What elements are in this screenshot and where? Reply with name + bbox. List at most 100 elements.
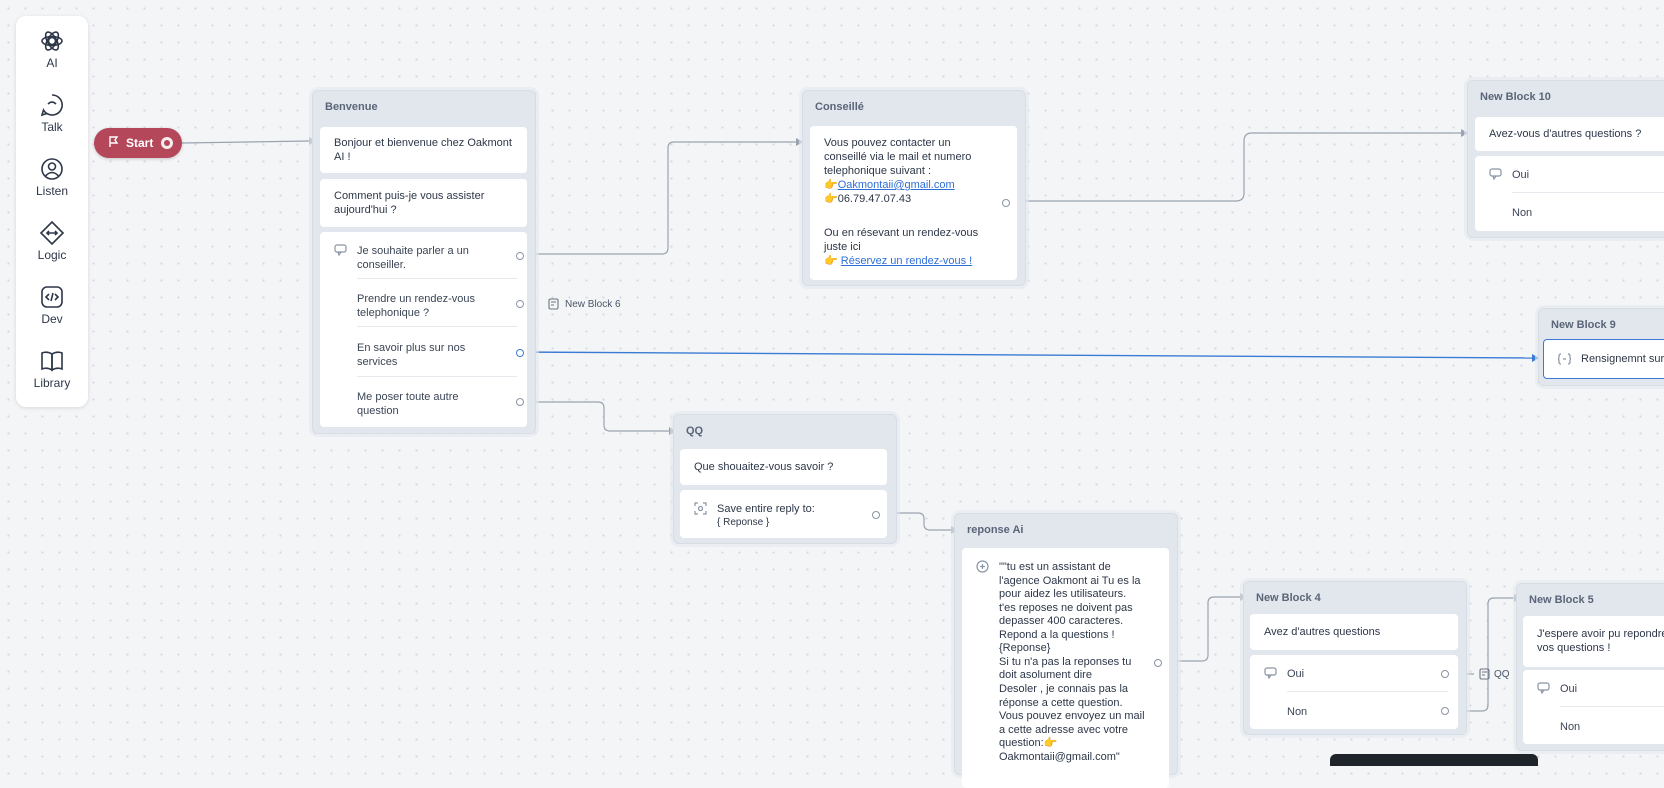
message-card[interactable]: Vous pouvez contacter un conseillé via l…: [810, 126, 1017, 280]
choice-item[interactable]: Me poser toute autre question: [320, 378, 527, 426]
choice-port[interactable]: [516, 252, 524, 260]
choice-card[interactable]: Je souhaite parler a un conseiller. Pren…: [320, 232, 527, 427]
choice-port[interactable]: [1441, 670, 1449, 678]
choice-item[interactable]: Non: [1250, 693, 1458, 729]
message-card[interactable]: Bonjour et bienvenue chez Oakmont AI !: [320, 127, 527, 173]
block-new-block-4[interactable]: New Block 4 Avez d'autres questions Oui …: [1243, 581, 1467, 735]
ai-chat-icon: [976, 560, 989, 573]
choice-port[interactable]: [1441, 707, 1449, 715]
ref-tag-new-block-6[interactable]: New Block 6: [565, 299, 621, 310]
ref-tag-qq[interactable]: QQ: [1494, 669, 1510, 680]
toolbar-item-label: Library: [33, 376, 71, 390]
prompt-text: question:👉: [999, 737, 1058, 749]
ai-response-port[interactable]: [1154, 659, 1162, 667]
prompt-text: pour aidez les utilisateurs.: [999, 588, 1127, 600]
choice-item[interactable]: Oui: [1523, 670, 1664, 707]
email-link[interactable]: Oakmontaii@gmail.com: [838, 179, 955, 191]
capture-port[interactable]: [872, 511, 880, 519]
block-new-block-5[interactable]: New Block 5 J'espere avoir pu repondre v…: [1516, 583, 1664, 751]
prompt-text: Si tu n'a pas la reponses tu: [999, 656, 1132, 668]
capture-text: Save entire reply to:: [717, 503, 815, 515]
set-variable-card[interactable]: Rensignemnt sur: [1543, 339, 1664, 379]
prompt-text: depasser 400 caracteres.: [999, 615, 1124, 627]
message-text: Avez-vous d'autres questions ?: [1489, 128, 1642, 140]
start-node[interactable]: Start: [94, 128, 182, 158]
choice-card[interactable]: Oui Non: [1475, 156, 1664, 231]
divider: [357, 376, 517, 377]
block-title: New Block 10: [1480, 91, 1551, 103]
choice-text: Non: [1512, 207, 1533, 219]
message-text: J'espere avoir pu repondre: [1537, 628, 1664, 640]
message-text: aujourd'hui ?: [334, 204, 397, 216]
block-qq[interactable]: QQ Que shouaitez-vous savoir ? Save enti…: [673, 414, 897, 544]
message-port[interactable]: [1002, 199, 1010, 207]
wire-conseille-block10: [1003, 132, 1461, 202]
divider: [357, 278, 517, 279]
choice-port[interactable]: [516, 349, 524, 357]
block-conseille[interactable]: Conseillé Vous pouvez contacter un conse…: [802, 90, 1026, 286]
choice-item[interactable]: En savoir plus sur nos services: [320, 329, 527, 377]
choice-item[interactable]: Non: [1523, 708, 1664, 744]
message-text: Vous pouvez contacter un: [824, 137, 951, 149]
booking-link[interactable]: Réservez un rendez-vous !: [841, 255, 972, 267]
toolbar-item-logic[interactable]: Logic: [16, 220, 88, 276]
diamond-arrows-icon: [39, 220, 65, 246]
choice-item[interactable]: Oui: [1250, 655, 1458, 692]
variable-icon: [1558, 353, 1571, 365]
wire-choice3-block9: [511, 351, 1533, 359]
toolbar-item-talk[interactable]: Talk: [16, 92, 88, 148]
divider: [1560, 706, 1664, 707]
choice-item[interactable]: Oui: [1475, 156, 1664, 193]
choice-text: Non: [1287, 706, 1308, 718]
toolbar-item-listen[interactable]: Listen: [16, 156, 88, 212]
message-card[interactable]: Avez d'autres questions: [1250, 614, 1458, 650]
block-new-block-9[interactable]: New Block 9 Rensignemnt sur: [1538, 308, 1664, 386]
choice-port[interactable]: [516, 300, 524, 308]
block-reponse-ai[interactable]: reponse Ai ""tu est un assistant de l'ag…: [954, 513, 1178, 788]
openai-icon: [41, 31, 63, 51]
book-icon: [41, 351, 63, 372]
choice-port[interactable]: [516, 398, 524, 406]
block-title: New Block 4: [1256, 592, 1321, 604]
prompt-text: l'agence Oakmont ai Tu es la: [999, 575, 1141, 587]
prompt-text: doit asolument dire: [999, 669, 1092, 681]
message-card[interactable]: Que shouaitez-vous savoir ?: [680, 449, 887, 485]
phone-text: 👉06.79.47.07.43: [824, 193, 912, 205]
choice-text: question: [357, 405, 399, 417]
capture-card[interactable]: Save entire reply to: { Reponse }: [680, 490, 887, 538]
choice-item[interactable]: Je souhaite parler a un conseiller.: [320, 232, 527, 279]
message-card[interactable]: Comment puis-je vous assister aujourd'hu…: [320, 179, 527, 227]
prompt-text: t'es reposes ne doivent pas: [999, 602, 1133, 614]
choice-text: Je souhaite parler a un: [357, 245, 469, 257]
message-text: Que shouaitez-vous savoir ?: [694, 461, 834, 473]
message-text: AI !: [334, 151, 351, 163]
choice-card[interactable]: Oui Non: [1250, 655, 1458, 729]
prompt-text: Vous pouvez envoyez un mail: [999, 710, 1145, 722]
choice-text: Oui: [1512, 169, 1530, 181]
message-card[interactable]: J'espere avoir pu repondre vos questions…: [1523, 616, 1664, 667]
toolbar-item-dev[interactable]: Dev: [16, 284, 88, 340]
prompt-text: ""tu est un assistant de: [999, 561, 1111, 573]
capture-icon: [694, 502, 707, 515]
divider: [1512, 192, 1664, 193]
block-title: QQ: [686, 425, 704, 437]
toolbar-item-library[interactable]: Library: [16, 348, 88, 404]
choice-text: Non: [1560, 721, 1581, 733]
start-port[interactable]: [161, 137, 173, 149]
toolbar-item-ai[interactable]: AI: [16, 28, 88, 84]
message-text: Avez d'autres questions: [1264, 626, 1381, 638]
flag-icon: [109, 136, 119, 147]
block-benvenue[interactable]: Benvenue Bonjour et bienvenue chez Oakmo…: [312, 90, 536, 434]
choice-card[interactable]: Oui Non: [1523, 670, 1664, 744]
choice-text: Oui: [1287, 668, 1305, 680]
block-new-block-10[interactable]: New Block 10 Avez-vous d'autres question…: [1467, 80, 1664, 238]
pointing-hand-icon: 👉: [824, 255, 838, 267]
choice-item[interactable]: Non: [1475, 194, 1664, 231]
bottom-panel[interactable]: [1330, 754, 1538, 766]
ai-response-card[interactable]: ""tu est un assistant de l'agence Oakmon…: [962, 548, 1169, 788]
choice-item[interactable]: Prendre un rendez-vous telephonique ?: [320, 280, 527, 327]
prompt-text: Oakmontaii@gmail.com": [999, 751, 1120, 763]
choice-text: En savoir plus sur nos: [357, 342, 466, 354]
message-card[interactable]: Avez-vous d'autres questions ?: [1475, 117, 1664, 151]
pointing-hand-icon: 👉: [824, 179, 838, 191]
